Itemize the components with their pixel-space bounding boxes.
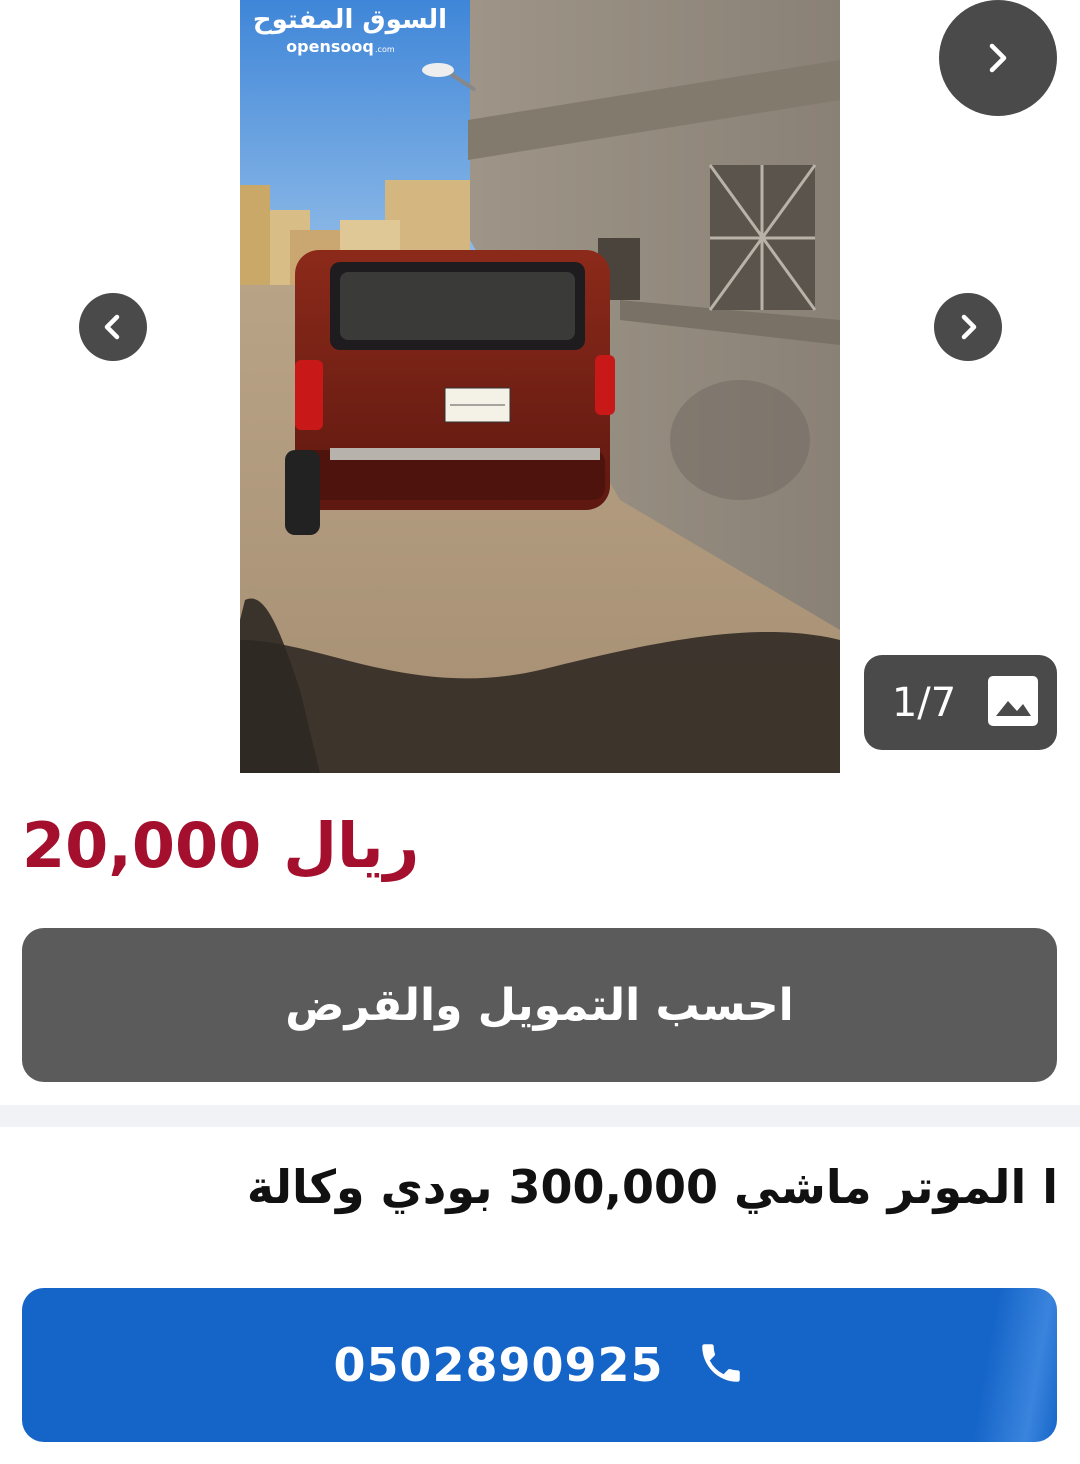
image-gallery: السوق المفتوح opensooq .com 1/7 [0,0,1080,775]
chevron-left-icon [97,311,129,343]
phone-number: 0502890925 [333,1338,664,1392]
watermark-latin: opensooq [286,37,374,56]
chevron-right-icon [952,311,984,343]
image-counter-text: 1/7 [891,679,957,726]
listing-title: ا الموتر ماشي 300,000 بودي وكالة [246,1160,1058,1214]
watermark-arabic: السوق المفتوح [253,5,447,35]
finance-calculator-label: احسب التمويل والقرض [285,979,794,1031]
call-seller-button[interactable]: 0502890925 [22,1288,1057,1442]
section-divider [0,1105,1080,1127]
next-image-button-top[interactable] [939,0,1057,116]
listing-page: السوق المفتوح opensooq .com 1/7 ريال 20,… [0,0,1080,1464]
price-amount: 20,000 [22,808,262,882]
price: ريال 20,000 [22,800,419,890]
image-icon [986,674,1040,732]
watermark-suffix: .com [375,45,395,54]
image-counter-badge[interactable]: 1/7 [864,655,1057,750]
price-currency: ريال [283,808,420,882]
chevron-right-icon [978,38,1018,78]
next-image-button[interactable] [934,293,1002,361]
car-photo[interactable]: السوق المفتوح opensooq .com [240,0,840,773]
phone-icon [696,1338,746,1392]
previous-image-button[interactable] [79,293,147,361]
finance-calculator-button[interactable]: احسب التمويل والقرض [22,928,1057,1082]
